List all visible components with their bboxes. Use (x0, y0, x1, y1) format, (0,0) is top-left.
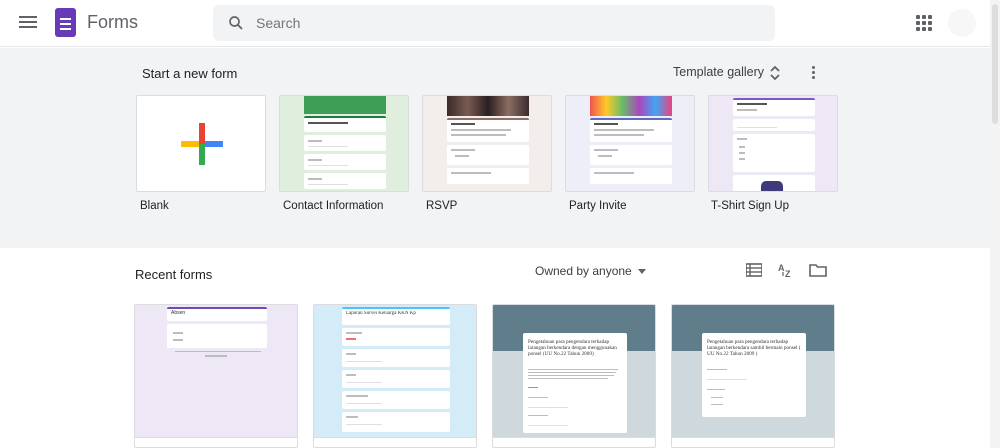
plus-icon (181, 123, 223, 165)
thumb-question-card (590, 145, 672, 165)
thumb-question-card (304, 173, 386, 189)
owner-filter-label: Owned by anyone (535, 264, 632, 278)
page-scrollbar[interactable] (990, 0, 1000, 448)
tshirt-image (761, 181, 783, 191)
thumb-question-card (342, 349, 450, 367)
template-label-party-invite[interactable]: Party Invite (569, 200, 627, 212)
thumb-title-card (447, 118, 529, 142)
recent-form-thumb-title: Absen (171, 310, 186, 316)
template-header-image (304, 96, 386, 114)
template-tshirt-sign-up[interactable] (708, 95, 838, 192)
recent-form-thumb-title: Laporan Survei Keluarga KKN Kp (346, 311, 416, 316)
recent-form-thumb-title: Pengetahuan para pengendara terhadap lar… (528, 339, 617, 358)
thumb-question-card (304, 135, 386, 151)
template-party-invite[interactable] (565, 95, 695, 192)
template-label-blank[interactable]: Blank (140, 200, 169, 212)
recent-form-card[interactable]: Laporan Survei Keluarga KKN Kp (313, 304, 477, 448)
start-new-form-section: Start a new form Template gallery Blank … (0, 48, 990, 248)
folder-icon[interactable] (809, 263, 827, 277)
thumb-title-card: Laporan Survei Keluarga KKN Kp (342, 307, 450, 325)
recent-forms-title: Recent forms (135, 267, 213, 282)
thumb-question-card (342, 391, 450, 409)
main-menu-icon[interactable] (18, 13, 38, 33)
svg-text:Z: Z (785, 269, 791, 278)
thumb-title-card (590, 118, 672, 142)
top-bar: Forms (0, 0, 990, 47)
thumb-question-card (447, 168, 529, 184)
search-bar[interactable] (213, 5, 775, 41)
thumb-question-card (590, 168, 672, 184)
list-view-icon[interactable] (746, 263, 762, 277)
template-label-rsvp[interactable]: RSVP (426, 200, 457, 212)
template-header-image (590, 96, 672, 116)
google-apps-icon[interactable] (916, 15, 932, 31)
thumb-question-card (733, 175, 815, 191)
thumb-title-card: Pengetahuan para pengendara terhadap lar… (702, 333, 806, 417)
more-options-icon[interactable] (808, 65, 818, 81)
template-blank[interactable] (136, 95, 266, 192)
thumb-title-card: Absen (167, 307, 267, 321)
thumb-question-card (342, 370, 450, 388)
thumb-title-card (304, 116, 386, 132)
recent-forms-header: Recent forms Owned by anyone A Z (0, 248, 990, 300)
thumb-question-card (447, 145, 529, 165)
recent-form-card-footer (672, 437, 834, 447)
svg-text:A: A (778, 263, 785, 273)
thumb-question-card (342, 412, 450, 432)
thumb-title-card: Pengetahuan para pengendara terhadap lar… (523, 333, 627, 433)
search-input[interactable] (256, 5, 756, 41)
app-title[interactable]: Forms (87, 12, 138, 33)
recent-form-card-footer (493, 437, 655, 447)
scrollbar-thumb[interactable] (992, 4, 998, 124)
start-section-title: Start a new form (142, 66, 238, 81)
recent-form-card-footer (135, 437, 297, 447)
account-avatar[interactable] (948, 9, 976, 37)
recent-form-card[interactable]: Pengetahuan para pengendara terhadap lar… (492, 304, 656, 448)
owner-filter-dropdown[interactable]: Owned by anyone (535, 264, 646, 278)
template-contact-information[interactable] (279, 95, 409, 192)
sort-az-icon[interactable]: A Z (777, 262, 795, 278)
unfold-more-icon[interactable] (768, 64, 782, 82)
template-header-image (447, 96, 529, 116)
recent-form-card-footer (314, 437, 476, 447)
thumb-question-card (733, 134, 815, 172)
search-icon[interactable] (227, 14, 245, 32)
template-label-tshirt-sign-up[interactable]: T-Shirt Sign Up (711, 200, 789, 212)
template-rsvp[interactable] (422, 95, 552, 192)
thumb-title-card (733, 98, 815, 116)
thumb-question-card (167, 324, 267, 348)
dropdown-caret-icon (637, 269, 646, 275)
forms-logo-icon[interactable] (55, 8, 76, 37)
thumb-question-card (733, 119, 815, 131)
recent-form-card[interactable]: Absen (134, 304, 298, 448)
template-gallery-button[interactable]: Template gallery (673, 65, 764, 79)
template-label-contact-information[interactable]: Contact Information (283, 200, 383, 212)
thumb-question-card (304, 154, 386, 170)
recent-form-thumb-title: Pengetahuan para pengendara terhadap lar… (707, 339, 801, 358)
recent-form-card[interactable]: Pengetahuan para pengendara terhadap lar… (671, 304, 835, 448)
thumb-question-card (342, 328, 450, 346)
